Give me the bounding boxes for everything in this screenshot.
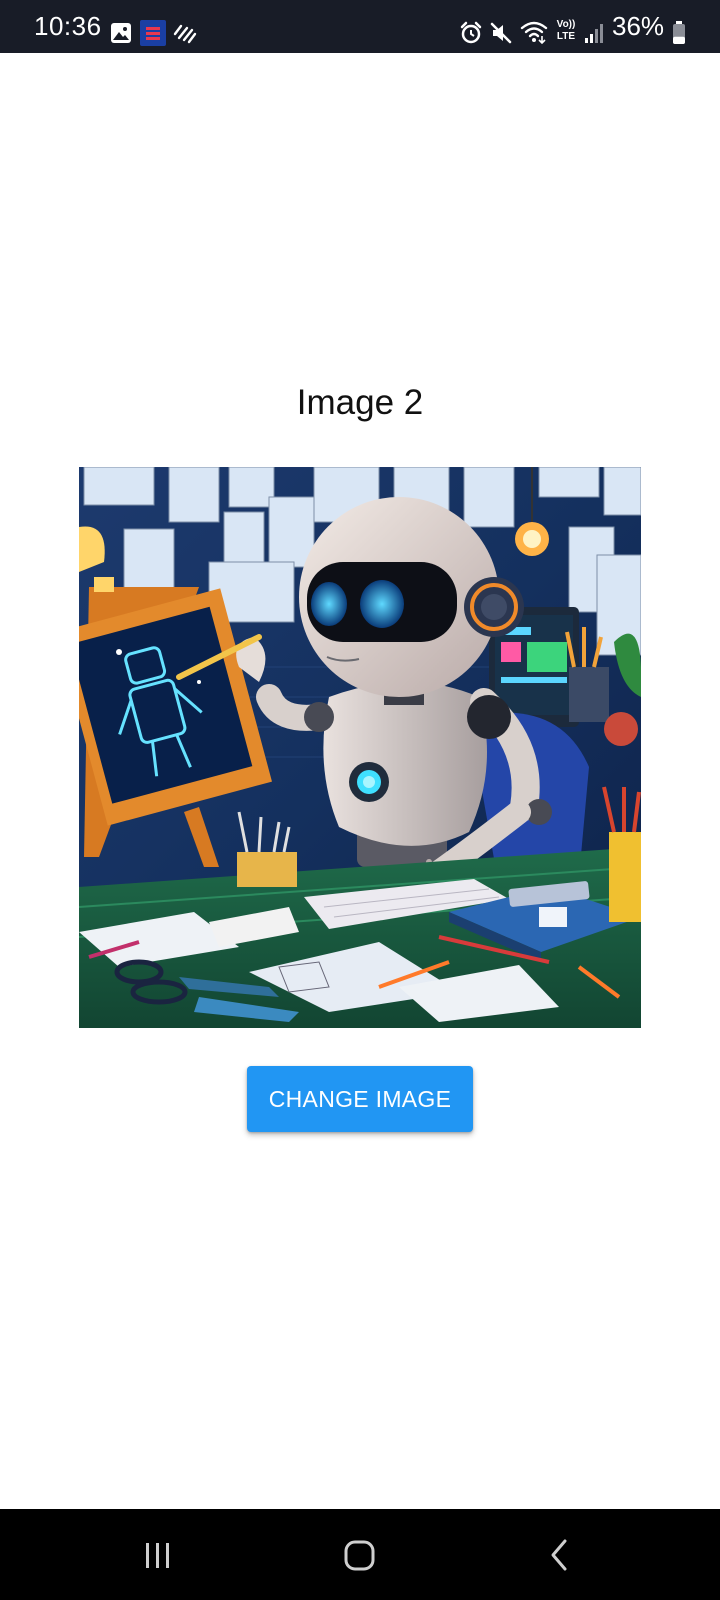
home-button[interactable] [320,1526,400,1584]
page-title: Image 2 [296,383,424,422]
navigation-bar [0,1509,720,1600]
volte-icon: Vo)) LTE [553,19,579,47]
recent-apps-icon [146,1543,169,1568]
volte-top-label: Vo)) [556,19,576,30]
status-bar: 10:36 Vo)) LTE 36% [0,0,720,53]
signal-icon [585,24,603,43]
recent-apps-button[interactable] [118,1526,198,1584]
gallery-icon [111,23,131,43]
sync-stripes-icon [173,24,197,44]
status-time: 10:36 [34,11,102,41]
change-image-button[interactable]: CHANGE IMAGE [247,1066,473,1132]
volte-bottom-label: LTE [556,31,576,42]
battery-percent: 36% [612,11,665,41]
mute-icon [490,22,512,44]
back-button[interactable] [521,1526,601,1584]
robot-artist-image [79,467,641,1028]
home-icon [344,1540,375,1571]
app-notification-icon [140,20,166,46]
alarm-icon [460,21,482,44]
back-icon [551,1539,567,1571]
wifi-icon [520,21,548,44]
battery-icon [673,21,685,44]
